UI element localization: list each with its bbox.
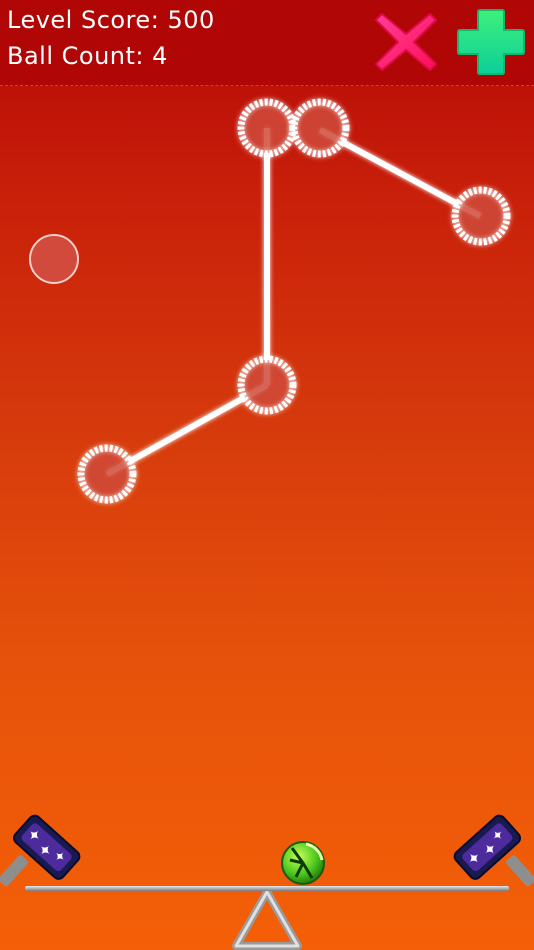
- green-speed-ball-icon[interactable]: [281, 841, 325, 885]
- hammer-launcher-icon: ✦ ✦ ✦: [453, 814, 522, 880]
- rope-node[interactable]: [451, 186, 511, 246]
- seesaw-plank: [25, 886, 509, 891]
- rope-node[interactable]: [290, 98, 350, 158]
- loose-ball[interactable]: [29, 234, 79, 284]
- rope-node[interactable]: [237, 355, 297, 415]
- hammer-launcher-icon: ✦ ✦ ✦: [12, 814, 81, 880]
- playfield: [29, 98, 511, 504]
- seesaw: ✦ ✦ ✦ ✦ ✦ ✦: [0, 813, 534, 950]
- rope-links: [105, 127, 482, 477]
- rope-node[interactable]: [77, 444, 137, 504]
- left-launcher[interactable]: ✦ ✦ ✦: [0, 813, 82, 887]
- rope-node[interactable]: [237, 98, 297, 158]
- rope-nodes: [77, 98, 511, 504]
- right-launcher[interactable]: ✦ ✦ ✦: [452, 813, 534, 887]
- launcher-handle: [506, 855, 534, 887]
- fulcrum: [232, 888, 302, 950]
- launcher-handle: [0, 855, 28, 887]
- rope-link: [318, 127, 482, 219]
- game-screen: Level Score: 500 Ball Count: 4 ✦ ✦ ✦ ✦ ✦…: [0, 0, 534, 950]
